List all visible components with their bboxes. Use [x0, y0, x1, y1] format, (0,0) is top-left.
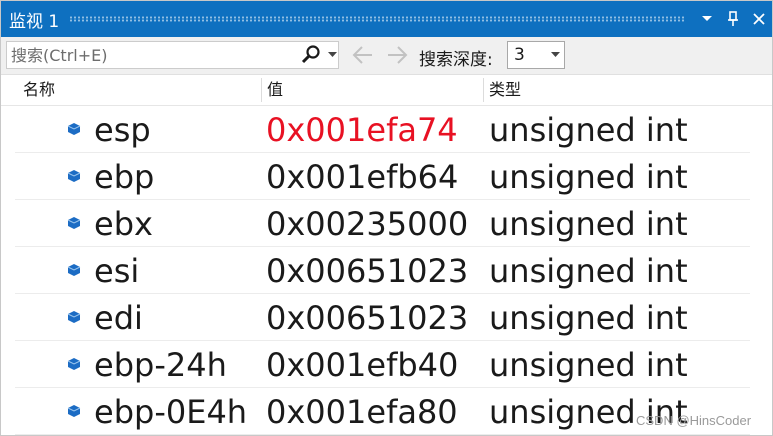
column-header-type[interactable]: 类型 — [483, 75, 749, 105]
arrow-right-icon[interactable] — [385, 45, 409, 65]
watch-row-name: ebp-0E4h — [94, 393, 248, 431]
watch-row-value[interactable]: 0x00651023 — [266, 294, 468, 340]
watch-row-name: esi — [94, 252, 140, 290]
watch-row[interactable]: esp 0x001efa74 unsigned int — [15, 106, 750, 153]
title-grip[interactable] — [69, 16, 686, 22]
column-header-name[interactable]: 名称 — [17, 75, 261, 105]
watch-row[interactable]: ebp-24h 0x001efb40 unsigned int — [15, 341, 750, 388]
pin-icon[interactable] — [720, 1, 746, 37]
toolbar: 搜索深度: 3 — [1, 37, 772, 75]
watch-row-value[interactable]: 0x001efb40 — [266, 341, 458, 387]
chevron-down-icon[interactable] — [548, 42, 562, 68]
search-depth-label: 搜索深度: — [419, 50, 493, 70]
watch-row-name: ebp — [94, 158, 155, 196]
variable-icon — [67, 121, 81, 135]
variable-icon — [67, 215, 81, 229]
column-header: 名称 值 类型 — [1, 75, 772, 106]
search-box[interactable] — [6, 41, 339, 69]
variable-icon — [67, 262, 81, 276]
dropdown-icon[interactable] — [694, 1, 720, 37]
search-depth-select[interactable]: 3 — [507, 41, 565, 69]
watch-row-type: unsigned int — [489, 346, 688, 384]
watch-row-value[interactable]: 0x00235000 — [266, 200, 468, 246]
watch-row-type: unsigned int — [489, 299, 688, 337]
arrow-left-icon[interactable] — [351, 45, 375, 65]
watch-row-type: unsigned int — [489, 158, 688, 196]
watch-row-name: ebx — [94, 205, 153, 243]
search-input[interactable] — [11, 43, 291, 67]
watch-row[interactable]: ebx 0x00235000 unsigned int — [15, 200, 750, 247]
search-options-chevron-icon[interactable] — [325, 42, 339, 68]
watch-row-value[interactable]: 0x00651023 — [266, 247, 468, 293]
column-header-value[interactable]: 值 — [261, 75, 483, 105]
title-bar[interactable]: 监视 1 — [1, 1, 772, 37]
watch-row[interactable]: ebp 0x001efb64 unsigned int — [15, 153, 750, 200]
search-depth-value: 3 — [514, 45, 525, 65]
variable-icon — [67, 356, 81, 370]
watch-row-type: unsigned int — [489, 111, 688, 149]
watermark: CSDN @HinsCoder — [636, 413, 752, 428]
watch-row-value[interactable]: 0x001efb64 — [266, 153, 458, 199]
watch-row[interactable]: esi 0x00651023 unsigned int — [15, 247, 750, 294]
watch-row-name: esp — [94, 111, 151, 149]
watch-row-name: ebp-24h — [94, 346, 227, 384]
watch-window: 监视 1 搜索(Ctrl+E) 搜索深度: 3 名称 值 类型 esp 0x00… — [0, 0, 773, 436]
watch-row-value[interactable]: 0x001efa80 — [266, 388, 458, 434]
variable-icon — [67, 168, 81, 182]
window-title: 监视 1 — [9, 11, 60, 32]
search-icon[interactable] — [300, 44, 322, 66]
watch-row-name: edi — [94, 299, 143, 337]
watch-row-type: unsigned int — [489, 252, 688, 290]
watch-row-type: unsigned int — [489, 205, 688, 243]
close-icon[interactable] — [746, 1, 772, 37]
variable-icon — [67, 309, 81, 323]
variable-icon — [67, 403, 81, 417]
watch-row[interactable]: edi 0x00651023 unsigned int — [15, 294, 750, 341]
watch-row-value[interactable]: 0x001efa74 — [266, 106, 458, 152]
